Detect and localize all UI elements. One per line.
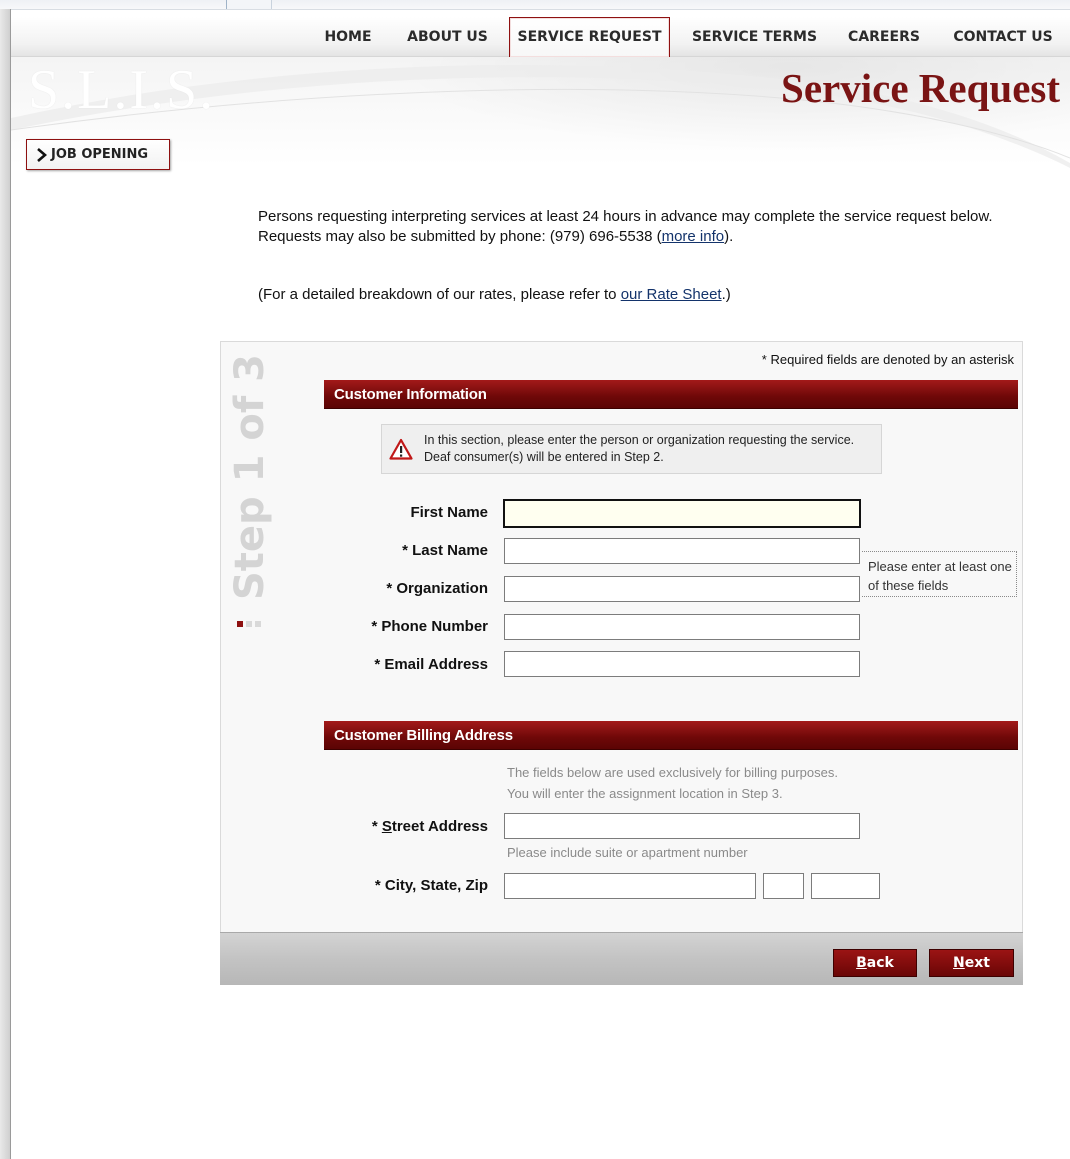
accesskey-letter: B [856, 955, 867, 971]
window-left-frame [0, 9, 11, 1159]
section-title: Customer Information [334, 386, 487, 403]
step-progress-dots [237, 614, 264, 632]
back-button[interactable]: Back [833, 949, 917, 977]
step-indicator: Step 1 of 3 [227, 353, 273, 600]
section-header-customer-info: Customer Information [324, 380, 1018, 409]
city-state-zip-label: * City, State, Zip [374, 877, 488, 894]
rate-sheet-link[interactable]: our Rate Sheet [621, 286, 722, 303]
city-field[interactable] [504, 873, 756, 899]
more-info-link[interactable]: more info [662, 228, 725, 245]
intro-text: Persons requesting interpreting services… [258, 208, 993, 245]
next-button[interactable]: Next [929, 949, 1014, 977]
required-asterisk: * [371, 818, 382, 835]
browser-tab-fragment [226, 0, 272, 9]
intro-paragraph: Persons requesting interpreting services… [258, 207, 1018, 247]
first-name-label: First Name [410, 504, 488, 521]
step-dot-current [237, 621, 243, 627]
step-dot [246, 621, 252, 627]
zip-field[interactable] [811, 873, 880, 899]
last-name-label: * Last Name [402, 542, 488, 559]
section-title: Customer Billing Address [334, 727, 513, 744]
accesskey-letter: S [381, 818, 392, 835]
nav-about-us[interactable]: ABOUT US [400, 18, 495, 57]
street-address-field[interactable] [504, 813, 860, 839]
site-logo: S.L.I.S. [28, 59, 216, 121]
job-opening-button[interactable]: JOB OPENING [26, 139, 170, 170]
email-field[interactable] [504, 651, 860, 677]
organization-label: * Organization [386, 580, 488, 597]
label-text: treet Address [391, 818, 488, 835]
accesskey-letter: N [953, 955, 965, 971]
rates-paragraph: (For a detailed breakdown of our rates, … [258, 286, 731, 303]
last-name-field[interactable] [504, 538, 860, 564]
either-field-note: Please enter at least one of these field… [862, 551, 1017, 597]
step-dot [255, 621, 261, 627]
job-opening-label: JOB OPENING [51, 147, 149, 162]
state-field[interactable] [763, 873, 804, 899]
rates-text: (For a detailed breakdown of our rates, … [258, 286, 621, 303]
section-header-billing: Customer Billing Address [324, 721, 1018, 750]
phone-label: * Phone Number [371, 618, 488, 635]
email-label: * Email Address [374, 656, 488, 673]
nav-careers[interactable]: CAREERS [842, 18, 926, 57]
page-title: Service Request [781, 65, 1060, 111]
section-notice: In this section, please enter the person… [381, 424, 882, 474]
required-fields-note: * Required fields are denoted by an aste… [761, 352, 1014, 367]
nav-contact-us[interactable]: CONTACT US [946, 18, 1060, 57]
street-address-hint: Please include suite or apartment number [507, 845, 748, 860]
notice-text: In this section, please enter the person… [424, 433, 855, 464]
nav-service-request[interactable]: SERVICE REQUEST [509, 17, 670, 57]
window-top-edge [0, 0, 1070, 10]
button-label: ext [964, 955, 990, 971]
phone-field[interactable] [504, 614, 860, 640]
chevron-right-icon [37, 148, 47, 162]
rates-text-end: .) [721, 286, 731, 303]
button-label: ack [866, 955, 894, 971]
first-name-field[interactable] [503, 499, 861, 528]
street-address-label: * Street Address [372, 818, 488, 835]
intro-text-end: ). [724, 228, 734, 245]
nav-service-terms[interactable]: SERVICE TERMS [687, 18, 822, 57]
nav-home[interactable]: HOME [317, 18, 379, 57]
organization-field[interactable] [504, 576, 860, 602]
billing-note-line2: You will enter the assignment location i… [507, 786, 783, 801]
billing-note-line1: The fields below are used exclusively fo… [507, 765, 838, 780]
warning-icon [389, 438, 413, 460]
